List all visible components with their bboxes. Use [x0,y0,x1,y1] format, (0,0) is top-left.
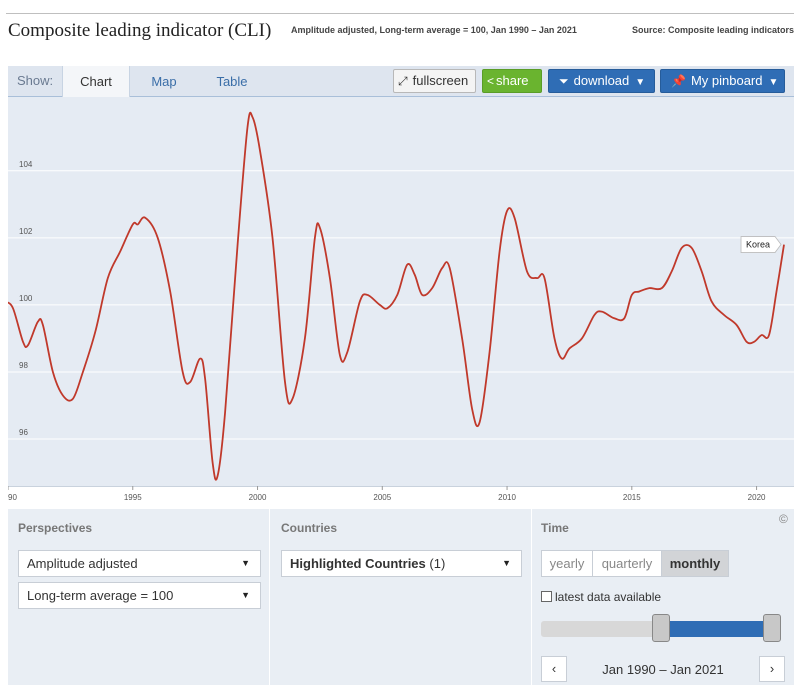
share-label: share [496,73,529,88]
latest-data-checkbox[interactable] [541,591,552,602]
chart-area: 96 98 100 102 104 Korea [4,97,794,486]
series-label: Korea [740,236,782,253]
top-rule [6,13,794,14]
fullscreen-icon: ⤢ [398,74,408,88]
perspective-select-average[interactable]: Long-term average = 100 ▼ [18,582,261,609]
tab-table[interactable]: Table [198,66,266,97]
time-slider-range [661,621,772,637]
source-label[interactable]: Source: Composite leading indicators [632,25,794,35]
download-label: download [573,73,630,88]
page-title: Composite leading indicator (CLI) [8,20,272,41]
latest-data-checkbox-row[interactable]: latest data available [541,590,661,604]
fullscreen-button[interactable]: ⤢ fullscreen [393,69,476,93]
perspective-select-amplitude[interactable]: Amplitude adjusted ▼ [18,550,261,577]
copyright-icon[interactable]: © [779,512,788,526]
x-tick-label: 2005 [373,493,391,502]
fullscreen-label: fullscreen [412,73,469,88]
x-tick-label: 2015 [623,493,641,502]
series-line-korea[interactable] [4,111,785,481]
time-option-monthly[interactable]: monthly [661,550,729,577]
latest-data-label: latest data available [555,590,662,604]
tab-chart[interactable]: Chart [62,66,130,97]
next-range-button[interactable]: › [759,656,785,682]
download-button[interactable]: ⏷ download ▼ [548,69,655,93]
time-slider-start-handle[interactable] [652,614,670,642]
pinboard-button[interactable]: 📌 My pinboard ▼ [660,69,785,93]
series-label-text: Korea [746,240,770,250]
tab-map[interactable]: Map [132,66,196,97]
time-option-yearly[interactable]: yearly [541,550,593,577]
pinboard-label: My pinboard [690,73,763,88]
countries-title: Countries [281,521,338,535]
y-tick-label: 100 [19,294,33,303]
line-chart: 96 98 100 102 104 Korea [4,111,794,481]
column-divider [269,509,270,685]
y-tick-label: 96 [19,428,28,437]
download-icon: ⏷ [559,74,569,88]
perspective-select-value: Amplitude adjusted [27,556,138,571]
x-axis-svg: 1990 1995 2000 2005 2010 2015 2020 [0,486,794,502]
chevron-down-icon: ▼ [768,77,779,88]
x-tick-label: 2010 [498,493,516,502]
perspectives-title: Perspectives [18,521,93,535]
prev-range-button[interactable]: ‹ [541,656,567,682]
pin-icon: 📌 [671,74,686,88]
time-slider-end-handle[interactable] [763,614,781,642]
y-tick-label: 104 [19,160,33,169]
share-button[interactable]: < share [482,69,542,93]
x-tick-label: 2000 [249,493,267,502]
chevron-down-icon: ▼ [241,558,250,568]
share-icon: < [487,74,495,88]
chevron-down-icon: ▼ [635,77,646,88]
column-divider [531,509,532,685]
time-title: Time [541,521,569,535]
x-tick-label: 1995 [124,493,142,502]
time-option-quarterly[interactable]: quarterly [592,550,662,577]
chevron-down-icon: ▼ [502,558,511,568]
x-axis: 1990 1995 2000 2005 2010 2015 2020 [0,486,794,508]
countries-select[interactable]: Highlighted Countries (1) ▼ [281,550,522,577]
page-subtitle: Amplitude adjusted, Long-term average = … [291,25,577,35]
chevron-down-icon: ▼ [241,590,250,600]
countries-count: (1) [429,556,446,571]
toolbar: Show: Chart Map Table ⤢ fullscreen < share… [8,66,794,97]
perspective-select-value: Long-term average = 100 [27,588,174,603]
y-tick-label: 98 [19,361,28,370]
y-tick-label: 102 [19,227,33,236]
header: Composite leading indicator (CLI) Amplit… [8,20,794,44]
countries-select-value: Highlighted Countries [290,556,426,571]
x-tick-label: 1990 [8,493,17,502]
time-range-label: Jan 1990 – Jan 2021 [602,662,724,677]
show-label: Show: [17,73,54,88]
x-tick-label: 2020 [748,493,766,502]
